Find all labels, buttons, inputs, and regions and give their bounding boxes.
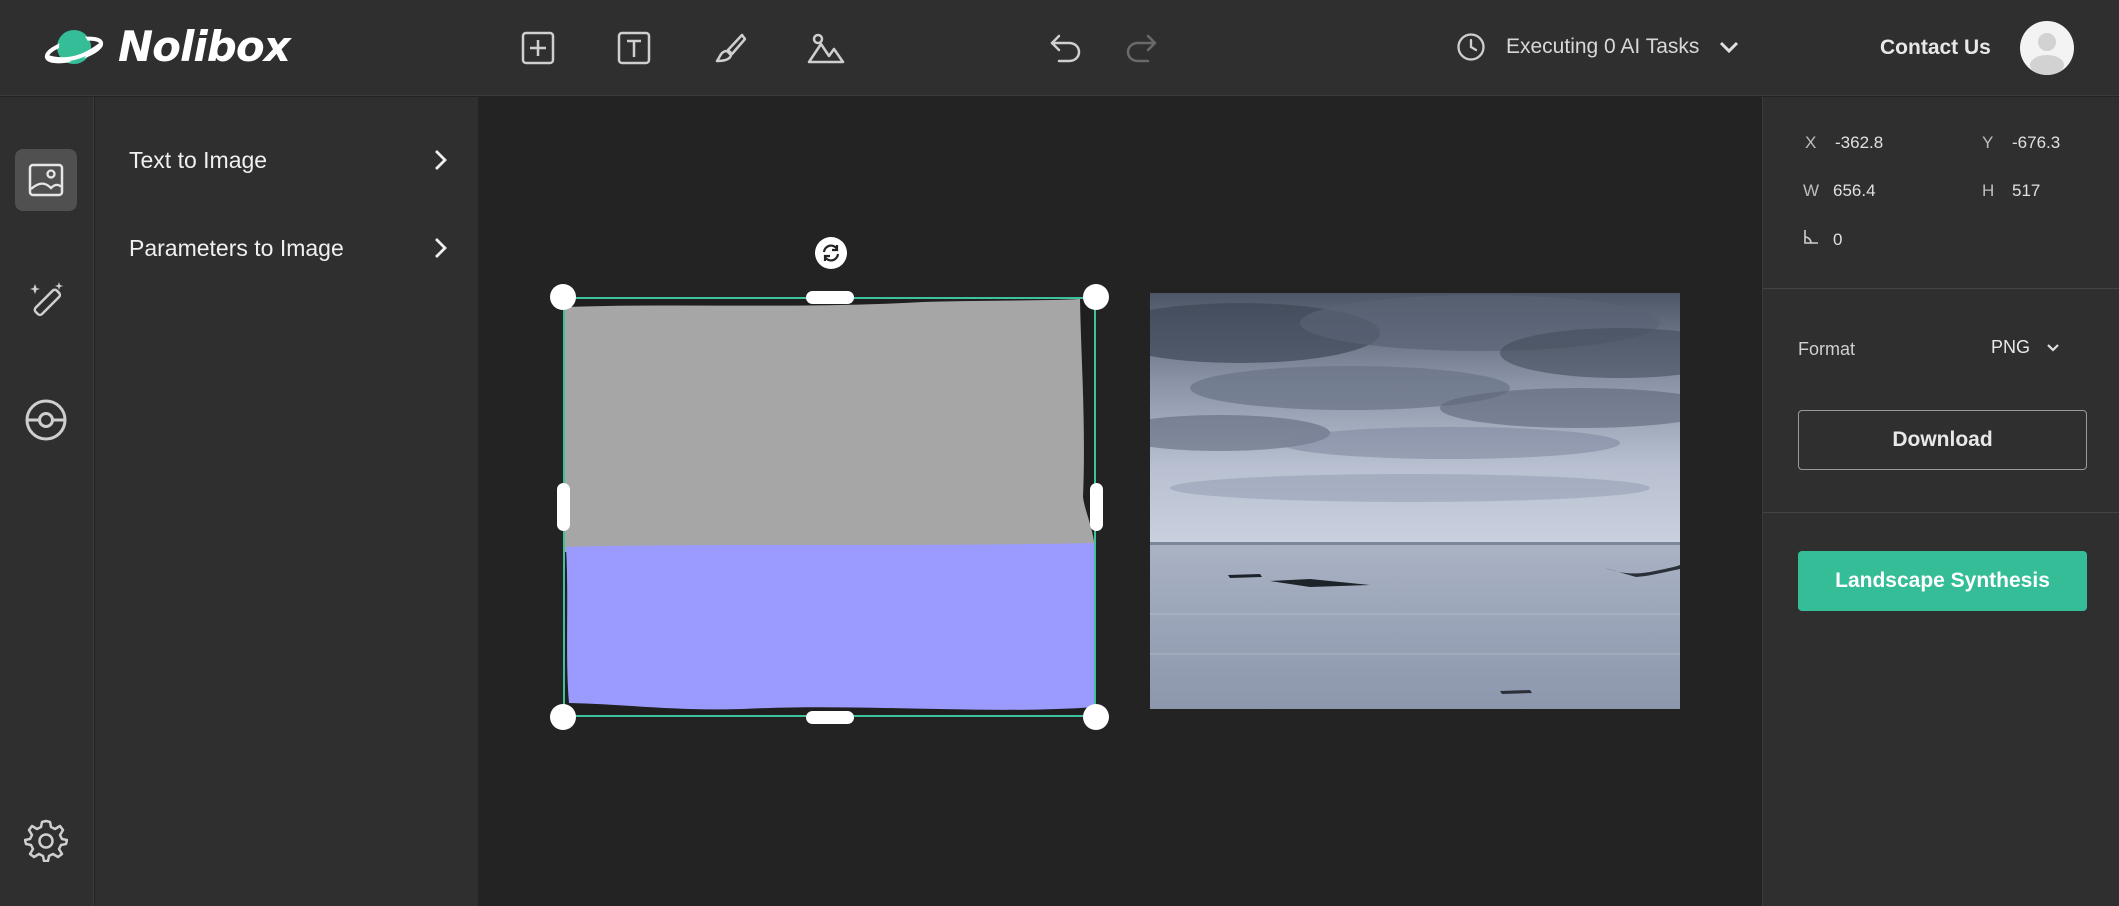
image-gallery-icon: [28, 163, 64, 197]
prop-h-label: H: [1982, 181, 1995, 200]
redo-icon: [1126, 34, 1157, 63]
prop-y-label: Y: [1982, 133, 1994, 152]
chevron-down-icon: [1720, 41, 1739, 54]
landscape-synthesis-button[interactable]: Landscape Synthesis: [1798, 551, 2087, 611]
prop-y[interactable]: Y -676.3: [1982, 133, 2060, 153]
rail-item-image-generation[interactable]: [15, 149, 77, 211]
resize-handle-right[interactable]: [1090, 483, 1103, 531]
pokeball-icon: [25, 399, 67, 441]
resize-handle-top[interactable]: [806, 291, 854, 304]
prop-y-value: -676.3: [2012, 133, 2061, 152]
properties-panel: X -362.8 Y -676.3 W 656.4 H 517 0 Format PNG…: [1762, 97, 2119, 906]
chevron-down-icon: [2047, 343, 2059, 352]
ai-tasks-label: Executing 0 AI Tasks: [1506, 35, 1700, 58]
text-tool-button[interactable]: [614, 28, 654, 68]
brush-button[interactable]: [710, 28, 750, 68]
resize-handle-bottom-right[interactable]: [1083, 704, 1109, 730]
rail-item-plugins[interactable]: [15, 389, 77, 451]
generation-panel: Text to Image Parameters to Image: [95, 97, 478, 906]
prop-angle[interactable]: 0: [1803, 229, 1842, 250]
format-label: Format: [1798, 339, 1856, 359]
download-button[interactable]: Download: [1798, 410, 2087, 470]
format-value: PNG: [1991, 337, 2031, 357]
redo-button[interactable]: [1122, 28, 1162, 68]
gear-icon: [24, 819, 68, 862]
prop-x[interactable]: X -362.8: [1805, 133, 1883, 153]
clock-icon: [1457, 33, 1485, 61]
contact-us-link[interactable]: Contact Us: [1880, 36, 1991, 60]
selection-frame[interactable]: [563, 297, 1096, 717]
text-tool-icon: [617, 31, 651, 65]
magic-wand-icon: [30, 282, 63, 317]
left-rail: [0, 97, 94, 906]
format-select[interactable]: PNG: [1991, 337, 2060, 358]
prop-x-value: -362.8: [1835, 133, 1884, 152]
image-icon: [807, 33, 845, 64]
undo-icon: [1050, 34, 1081, 63]
prop-h-value: 517: [2012, 181, 2041, 200]
rotate-handle[interactable]: [815, 237, 847, 269]
menu-item-text-to-image[interactable]: Text to Image: [129, 140, 449, 180]
top-bar: Nolibox Executing 0 AI Tasks Contact Us: [0, 0, 2119, 96]
generated-landscape-image[interactable]: [1150, 293, 1680, 709]
divider: [1763, 512, 2119, 513]
angle-icon: [1803, 229, 1833, 250]
add-frame-icon: [521, 31, 555, 65]
resize-handle-top-right[interactable]: [1083, 284, 1109, 310]
prop-w-value: 656.4: [1833, 181, 1876, 200]
chevron-right-icon: [435, 238, 447, 258]
app-name: Nolibox: [118, 22, 291, 71]
prop-angle-value: 0: [1833, 230, 1843, 249]
logo[interactable]: Nolibox: [44, 22, 291, 71]
resize-handle-bottom-left[interactable]: [550, 704, 576, 730]
divider: [1763, 288, 2119, 289]
ai-tasks-status[interactable]: Executing 0 AI Tasks: [1456, 32, 1739, 62]
prop-w-label: W: [1803, 181, 1820, 200]
prop-w[interactable]: W 656.4: [1803, 181, 1876, 201]
settings-button[interactable]: [15, 809, 77, 871]
image-tool-button[interactable]: [806, 28, 846, 68]
rail-item-magic-tools[interactable]: [15, 269, 77, 331]
resize-handle-top-left[interactable]: [550, 284, 576, 310]
user-icon: [2030, 33, 2064, 75]
chevron-right-icon: [435, 150, 447, 170]
rotate-icon: [822, 244, 840, 262]
add-frame-button[interactable]: [518, 28, 558, 68]
menu-item-parameters-to-image[interactable]: Parameters to Image: [129, 228, 449, 268]
menu-item-label: Text to Image: [129, 146, 268, 173]
menu-item-label: Parameters to Image: [129, 234, 344, 261]
brush-icon: [715, 33, 747, 63]
resize-handle-bottom[interactable]: [806, 711, 854, 724]
avatar[interactable]: [2020, 21, 2074, 75]
prop-h[interactable]: H 517: [1982, 181, 2040, 201]
undo-button[interactable]: [1045, 28, 1085, 68]
planet-logo-icon: [44, 29, 104, 64]
prop-x-label: X: [1805, 133, 1817, 152]
resize-handle-left[interactable]: [557, 483, 570, 531]
